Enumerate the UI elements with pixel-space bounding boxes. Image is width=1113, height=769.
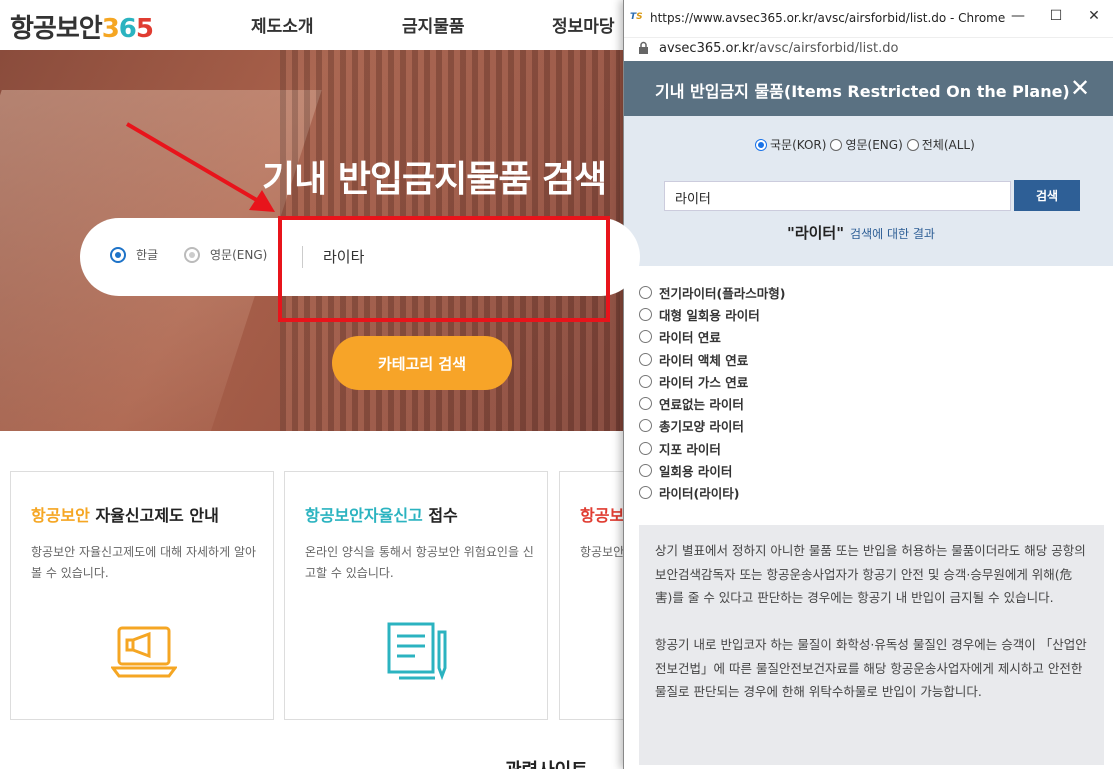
maximize-button[interactable]: ☐	[1044, 8, 1068, 28]
logo-digit: 6	[118, 14, 137, 44]
radio-lang-all[interactable]: 전체(ALL)	[906, 136, 975, 153]
address-bar[interactable]: avsec365.or.kr/avsc/airsforbid/list.do	[624, 38, 1113, 60]
result-label: 지포 라이터	[659, 441, 721, 457]
radio-unchecked-icon	[639, 330, 652, 344]
radio-unchecked-icon	[830, 138, 843, 151]
notice-box: 상기 별표에서 정하지 아니한 물품 또는 반입을 허용하는 물품이더라도 해당…	[639, 525, 1104, 765]
result-term: "라이터"	[787, 224, 845, 242]
popup-search-input[interactable]: 라이터	[664, 181, 1011, 211]
popup-search-panel: 국문(KOR) 영문(ENG) 전체(ALL) 라이터 검색 "라이터" 검색에 …	[624, 116, 1113, 266]
result-label: 총기모양 라이터	[659, 419, 744, 435]
card-title-accent: 항공보안	[31, 506, 90, 525]
notice-paragraph: 상기 별표에서 정하지 아니한 물품 또는 반입을 허용하는 물품이더라도 해당…	[655, 543, 1086, 605]
radio-lang-eng[interactable]: 영문(ENG)	[830, 136, 903, 153]
logo-digit: 5	[135, 14, 154, 44]
popup-header: 기내 반입금지 물품(Items Restricted On the Plane…	[624, 61, 1113, 116]
annotation-arrow-icon	[125, 122, 275, 212]
tab-favicon-icon: TS	[630, 12, 643, 22]
result-label: 라이터(라이타)	[659, 486, 740, 502]
result-caption: "라이터" 검색에 대한 결과	[787, 222, 935, 243]
card-title: 항공보	[580, 502, 624, 526]
result-label: 대형 일회용 라이터	[659, 307, 760, 323]
window-titlebar[interactable]: TS https://www.avsec365.or.kr/avsc/airsf…	[624, 0, 1113, 38]
radio-disabled-icon	[184, 246, 200, 263]
result-item[interactable]: 일회용 라이터	[639, 459, 785, 481]
radio-unchecked-icon	[639, 441, 652, 455]
logo-text: 항공보안	[10, 14, 103, 44]
radio-unchecked-icon	[639, 464, 652, 478]
radio-lang-kor[interactable]: 국문(KOR)	[755, 136, 826, 153]
radio-label: 한글	[136, 248, 159, 262]
radio-unchecked-icon	[906, 138, 919, 151]
result-item[interactable]: 전기라이터(플라스마형)	[639, 281, 785, 303]
language-radio-group: 국문(KOR) 영문(ENG) 전체(ALL)	[755, 136, 979, 153]
radio-korean[interactable]: 한글	[110, 246, 158, 263]
result-item[interactable]: 대형 일회용 라이터	[639, 303, 785, 325]
site-logo[interactable]: 항공보안365	[10, 8, 154, 45]
address-domain: avsec365.or.kr	[659, 41, 755, 56]
radio-label: 국문(KOR)	[770, 138, 827, 152]
chrome-popup-window: TS https://www.avsec365.or.kr/avsc/airsf…	[623, 0, 1113, 769]
nav-item-system[interactable]: 제도소개	[251, 12, 314, 37]
card-self-report-guide[interactable]: 항공보안 자율신고제도 안내 항공보안 자율신고제도에 대해 자세하게 알아볼 …	[10, 471, 274, 720]
annotation-highlight-box	[278, 216, 610, 322]
result-label: 라이터 연료	[659, 330, 721, 346]
card-title-accent: 항공보안자율신고	[305, 506, 423, 525]
address-url: avsec365.or.kr/avsc/airsforbid/list.do	[659, 41, 898, 56]
related-sites-heading: 관련사이트	[505, 756, 588, 769]
laptop-megaphone-icon	[111, 626, 177, 678]
card-description: 온라인 양식을 통해서 항공보안 위험요인을 신고할 수 있습니다.	[305, 545, 534, 580]
radio-checked-icon	[755, 138, 767, 151]
radio-label: 영문(ENG)	[210, 248, 268, 262]
document-pen-icon	[387, 622, 447, 681]
category-search-button[interactable]: 카테고리 검색	[332, 336, 512, 390]
logo-digit: 3	[101, 14, 120, 44]
radio-unchecked-icon	[639, 374, 652, 388]
radio-unchecked-icon	[639, 285, 652, 299]
result-item[interactable]: 지포 라이터	[639, 437, 785, 459]
result-label: 라이터 액체 연료	[659, 352, 749, 368]
nav-item-prohibited[interactable]: 금지물품	[402, 12, 465, 37]
card-title: 항공보안 자율신고제도 안내	[31, 502, 219, 526]
popup-close-icon[interactable]: ✕	[1070, 74, 1090, 102]
radio-unchecked-icon	[639, 419, 652, 433]
card-title-text: 자율신고제도 안내	[89, 506, 219, 525]
card-self-report-submit[interactable]: 항공보안자율신고 접수 온라인 양식을 통해서 항공보안 위험요인을 신고할 수…	[284, 471, 548, 720]
result-item[interactable]: 총기모양 라이터	[639, 415, 785, 437]
result-suffix: 검색에 대한 결과	[850, 227, 935, 241]
result-item[interactable]: 연료없는 라이터	[639, 392, 785, 414]
result-label: 일회용 라이터	[659, 464, 733, 480]
popup-search-button[interactable]: 검색	[1014, 180, 1080, 211]
result-item[interactable]: 라이터 가스 연료	[639, 370, 785, 392]
result-item[interactable]: 라이터 연료	[639, 326, 785, 348]
notice-paragraph: 항공기 내로 반입코자 하는 물질이 화학성·유독성 물질인 경우에는 승객이 …	[655, 637, 1087, 699]
card-description: 항공보안 자율신고제도에 대해 자세하게 알아볼 수 있습니다.	[31, 545, 257, 580]
result-label: 전기라이터(플라스마형)	[659, 285, 786, 301]
radio-selected-icon	[110, 246, 126, 263]
result-label: 라이터 가스 연료	[659, 374, 749, 390]
card-title-accent: 항공보	[580, 506, 625, 525]
radio-unchecked-icon	[639, 352, 652, 366]
window-close-button[interactable]: ✕	[1082, 8, 1106, 28]
address-path: /avsc/airsforbid/list.do	[754, 41, 899, 56]
lock-icon	[639, 41, 648, 54]
radio-unchecked-icon	[639, 486, 652, 500]
minimize-button[interactable]: —	[1006, 8, 1030, 28]
popup-title: 기내 반입금지 물품(Items Restricted On the Plane…	[655, 82, 1070, 101]
result-list: 전기라이터(플라스마형) 대형 일회용 라이터 라이터 연료 라이터 액체 연료…	[639, 281, 785, 504]
radio-unchecked-icon	[639, 307, 652, 321]
radio-label: 영문(ENG)	[845, 138, 903, 152]
radio-english[interactable]: 영문(ENG)	[184, 246, 267, 263]
radio-unchecked-icon	[639, 397, 652, 411]
card-title-text: 접수	[422, 506, 458, 525]
card-title: 항공보안자율신고 접수	[305, 502, 458, 526]
result-item[interactable]: 라이터 액체 연료	[639, 348, 785, 370]
result-label: 연료없는 라이터	[659, 397, 744, 413]
nav-item-info[interactable]: 정보마당	[552, 12, 615, 37]
window-title: https://www.avsec365.or.kr/avsc/airsforb…	[650, 11, 1006, 25]
radio-label: 전체(ALL)	[921, 138, 975, 152]
hero-title: 기내 반입금지물품 검색	[262, 159, 607, 200]
result-item[interactable]: 라이터(라이타)	[639, 482, 785, 504]
